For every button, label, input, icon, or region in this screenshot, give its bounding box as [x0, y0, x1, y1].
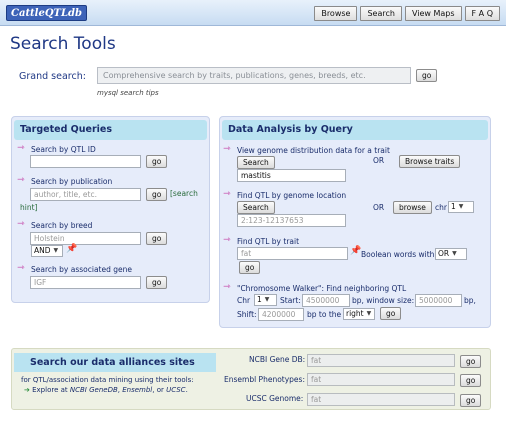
arrow-icon: ⇾ — [17, 263, 25, 273]
chevron-down-icon: ▼ — [264, 296, 270, 303]
ucsc-go-button[interactable]: go — [460, 394, 482, 407]
ncbi-field-label: NCBI Gene DB: — [249, 355, 306, 364]
walker-direction-select[interactable]: right ▼ — [343, 308, 375, 320]
arrow-icon: ⇾ — [223, 282, 231, 292]
ncbi-link[interactable]: NCBI GeneDB — [70, 386, 118, 394]
nav-browse-button[interactable]: Browse — [314, 6, 358, 21]
trait-label: Find QTL by trait — [237, 237, 300, 246]
arrow-icon: ⇾ — [223, 189, 231, 199]
trait-go-button[interactable]: go — [239, 261, 261, 274]
chevron-down-icon: ▼ — [452, 250, 457, 257]
publication-go-button[interactable]: go — [146, 188, 168, 201]
breed-input[interactable]: Holstein — [30, 232, 141, 245]
ncbi-go-button[interactable]: go — [460, 355, 482, 368]
grand-search-label: Grand search: — [19, 71, 86, 82]
ucsc-field-label: UCSC Genome: — [246, 394, 304, 403]
qtl-id-go-button[interactable]: go — [146, 155, 168, 168]
data-analysis-title: Data Analysis by Query — [222, 120, 488, 140]
ucsc-link[interactable]: UCSC — [166, 386, 185, 394]
arrow-icon: ⇾ — [17, 219, 25, 229]
location-input[interactable]: 2:123-12137653 — [237, 214, 346, 227]
site-logo[interactable]: CattleQTLdb — [6, 5, 88, 21]
arrow-icon: ⇾ — [223, 235, 231, 245]
arrow-icon: ⇾ — [223, 144, 231, 154]
ncbi-input[interactable]: fat — [307, 354, 455, 367]
chr-label: chr — [435, 203, 447, 212]
chromosome-walker-label: "Chromosome Walker": Find neighboring QT… — [237, 284, 407, 293]
gene-input[interactable]: IGF — [30, 276, 141, 289]
ensembl-input[interactable]: fat — [307, 373, 455, 386]
location-browse-button[interactable]: browse — [393, 201, 432, 214]
genome-location-label: Find QTL by genome location — [237, 191, 347, 200]
breed-go-button[interactable]: go — [146, 232, 168, 245]
ucsc-input[interactable]: fat — [307, 393, 455, 406]
walker-chr-select[interactable]: 1 ▼ — [254, 294, 277, 306]
genome-distribution-label: View genome distribution data for a trai… — [237, 146, 390, 155]
end-period: . — [185, 386, 188, 394]
targeted-queries-title: Targeted Queries — [14, 120, 207, 140]
chevron-down-icon: ▼ — [366, 310, 372, 317]
trait-input[interactable]: fat — [237, 247, 348, 260]
walker-chr-value: 1 — [257, 295, 262, 304]
explore-arrow-icon: ➔ — [24, 386, 30, 394]
walker-chr-label: Chr — [237, 296, 251, 305]
walker-bp-label: bp, — [464, 296, 476, 305]
top-bar: CattleQTLdb Browse Search View Maps F A … — [0, 0, 506, 26]
gene-label: Search by associated gene — [31, 265, 132, 274]
or-label: OR — [373, 203, 385, 212]
nav-view-maps-button[interactable]: View Maps — [404, 6, 462, 21]
gene-go-button[interactable]: go — [146, 276, 168, 289]
location-search-button[interactable]: Search — [237, 201, 275, 214]
or-label: OR — [373, 156, 385, 165]
alliance-description: for QTL/association data mining using th… — [21, 376, 194, 384]
genome-search-button[interactable]: Search — [237, 156, 275, 169]
breed-logic-value: AND — [34, 246, 51, 255]
alliance-explore-line: ➔ Explore at NCBI GeneDB, Ensembl, or UC… — [24, 386, 188, 394]
arrow-icon: ⇾ — [17, 175, 25, 185]
grand-search-go-button[interactable]: go — [416, 69, 438, 82]
walker-shift-input[interactable]: 4200000 — [258, 308, 304, 321]
breed-label: Search by breed — [31, 221, 93, 230]
walker-shift-label: Shift: — [237, 310, 257, 319]
search-hint-link-part[interactable]: [search — [170, 189, 198, 198]
main-nav: Browse Search View Maps F A Q — [314, 6, 500, 21]
breed-logic-select[interactable]: AND ▼ — [31, 245, 63, 257]
location-chr-select[interactable]: 1 ▼ — [448, 201, 474, 213]
nav-search-button[interactable]: Search — [360, 6, 402, 21]
grand-search-input[interactable]: Comprehensive search by traits, publicat… — [97, 67, 411, 84]
walker-direction-value: right — [346, 309, 364, 318]
walker-start-label: Start: — [280, 296, 301, 305]
boolean-value: OR — [438, 249, 450, 258]
page-title: Search Tools — [10, 34, 116, 54]
data-alliances-title: Search our data alliances sites — [14, 353, 216, 372]
publication-label: Search by publication — [31, 177, 113, 186]
location-chr-value: 1 — [451, 202, 456, 211]
walker-window-label: bp, window size: — [352, 296, 415, 305]
pin-icon: 📌 — [66, 244, 78, 254]
publication-input[interactable]: author, title, etc. — [30, 188, 141, 201]
walker-window-input[interactable]: 5000000 — [415, 294, 462, 307]
qtl-id-input[interactable] — [30, 155, 141, 168]
explore-prefix: Explore at — [32, 386, 70, 394]
genome-trait-input[interactable]: mastitis — [237, 169, 346, 182]
ensembl-go-button[interactable]: go — [460, 374, 482, 387]
chevron-down-icon: ▼ — [458, 203, 464, 210]
chevron-down-icon: ▼ — [53, 247, 59, 254]
ensembl-link[interactable]: Ensembl — [122, 386, 152, 394]
browse-traits-button[interactable]: Browse traits — [399, 155, 461, 168]
separator-text: , or — [152, 386, 167, 394]
walker-to-label: bp to the — [307, 310, 342, 319]
walker-start-input[interactable]: 4500000 — [302, 294, 350, 307]
search-hint-link-part[interactable]: hint] — [20, 203, 37, 212]
nav-faq-button[interactable]: F A Q — [464, 6, 500, 21]
ensembl-field-label: Ensembl Phenotypes: — [224, 375, 305, 384]
boolean-label: Boolean words with — [361, 250, 435, 259]
search-tips-link[interactable]: mysql search tips — [97, 89, 159, 97]
pin-icon: 📌 — [350, 246, 362, 256]
walker-go-button[interactable]: go — [380, 307, 402, 320]
boolean-select[interactable]: OR ▼ — [435, 248, 467, 260]
qtl-id-label: Search by QTL ID — [31, 145, 96, 154]
arrow-icon: ⇾ — [17, 143, 25, 153]
